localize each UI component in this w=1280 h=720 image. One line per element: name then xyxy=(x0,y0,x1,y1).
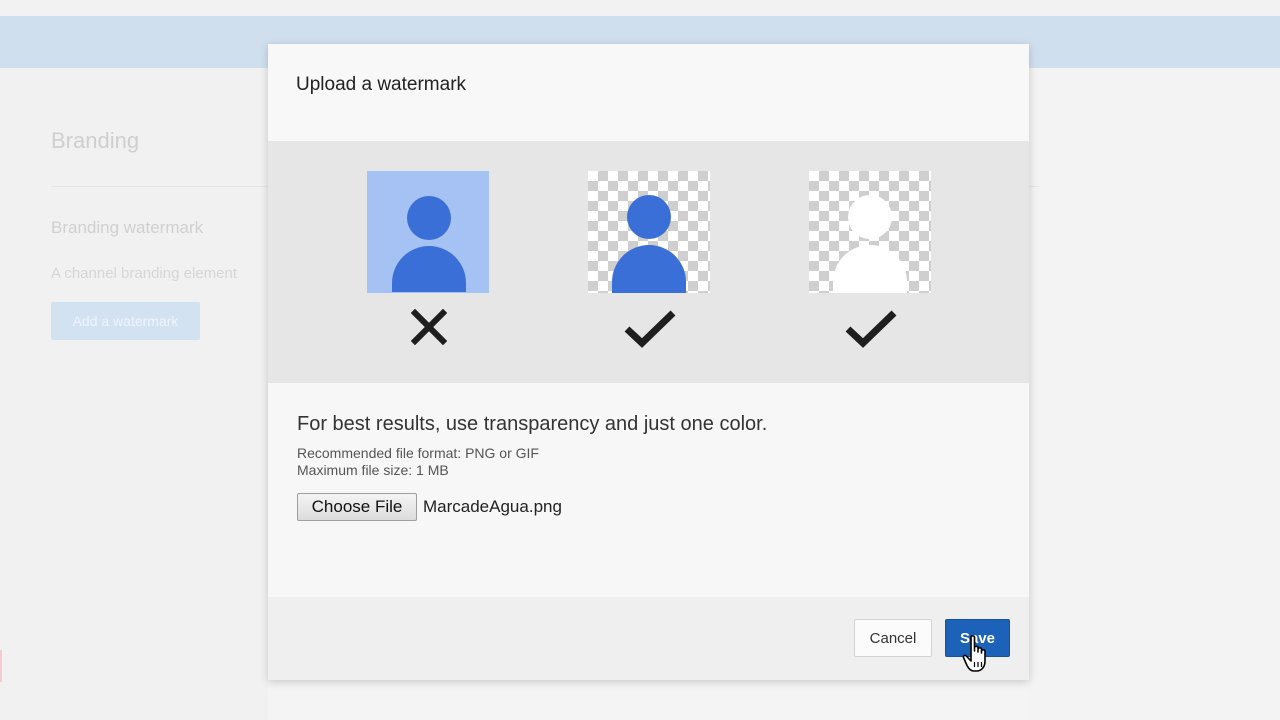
check-mark-icon xyxy=(588,309,712,353)
cancel-button[interactable]: Cancel xyxy=(854,619,932,657)
recommended-format: Recommended file format: PNG or GIF xyxy=(297,445,539,461)
top-strip xyxy=(0,0,1280,16)
max-file-size: Maximum file size: 1 MB xyxy=(297,462,449,478)
example-thumbnail xyxy=(588,171,710,293)
divider xyxy=(51,186,268,187)
hand-cursor-icon xyxy=(962,635,986,672)
example-transparent-background xyxy=(588,171,712,353)
choose-file-button[interactable]: Choose File xyxy=(297,493,417,521)
upload-watermark-dialog: Upload a watermark For best results, use… xyxy=(268,44,1029,680)
examples-panel xyxy=(268,141,1029,383)
selected-file-name: MarcadeAgua.png xyxy=(423,497,562,516)
example-transparent-white xyxy=(809,171,933,353)
dialog-title: Upload a watermark xyxy=(296,74,467,95)
tip-text: For best results, use transparency and j… xyxy=(297,413,768,435)
x-mark-icon xyxy=(367,309,491,353)
person-icon xyxy=(848,195,892,239)
dialog-header: Upload a watermark xyxy=(268,44,1029,141)
person-icon xyxy=(612,245,686,293)
person-icon xyxy=(833,245,907,293)
section-title: Branding watermark xyxy=(51,218,204,237)
check-mark-icon xyxy=(809,309,933,353)
background-left-panel xyxy=(0,68,268,720)
dialog-body: For best results, use transparency and j… xyxy=(268,383,1029,597)
divider xyxy=(1029,186,1039,187)
section-description: A channel branding element xyxy=(51,265,237,282)
edge-marker xyxy=(0,650,2,682)
add-watermark-button: Add a watermark xyxy=(51,302,200,340)
example-thumbnail xyxy=(367,171,489,293)
person-icon xyxy=(627,195,671,239)
person-icon xyxy=(407,196,451,240)
person-icon xyxy=(392,246,466,292)
example-thumbnail xyxy=(809,171,931,293)
page-title: Branding xyxy=(51,128,140,153)
background-right-panel xyxy=(1029,68,1280,720)
example-solid-background xyxy=(367,171,491,353)
dialog-footer: Cancel Save xyxy=(268,597,1029,680)
